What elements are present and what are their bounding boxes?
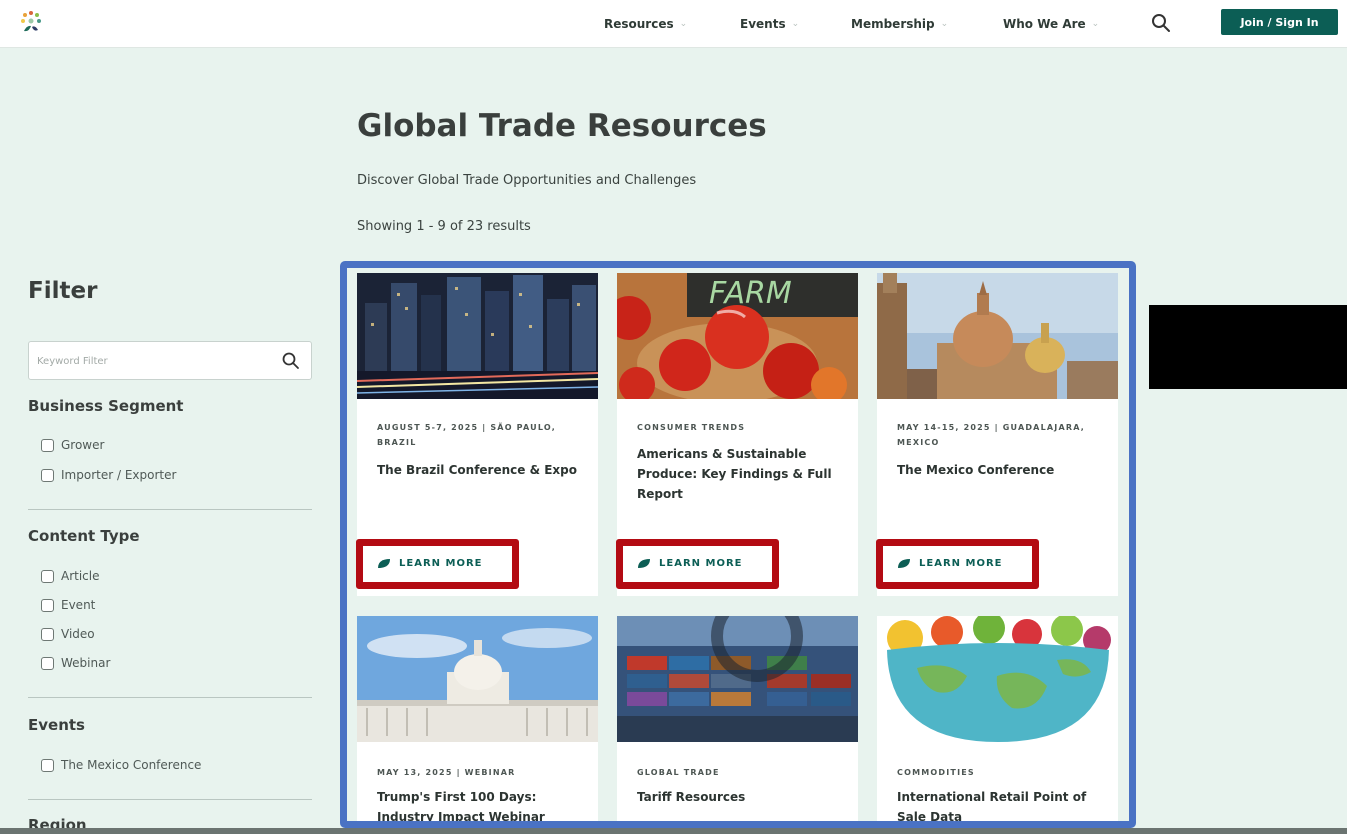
card-title[interactable]: Americans & Sustainable Produce: Key Fin… [637,444,847,504]
section-title-events: Events [28,716,85,734]
card-meta: GLOBAL TRADE [637,768,720,777]
checkbox-importer-exporter[interactable]: Importer / Exporter [41,467,176,483]
card-title[interactable]: Tariff Resources [637,787,847,807]
card-meta: MAY 13, 2025 | WEBINAR [377,768,516,777]
section-title-business-segment: Business Segment [28,397,184,415]
chevron-down-icon: ⌄ [791,19,800,29]
checkbox-box[interactable] [41,656,54,670]
checkbox-box[interactable] [41,758,54,772]
section-title-content-type: Content Type [28,527,140,545]
learn-more-link[interactable]: LEARN MORE [637,558,742,569]
leaf-icon [378,559,390,568]
nav-resources-label: Resources [604,17,674,31]
checkbox-webinar[interactable]: Webinar [41,655,110,671]
logo-icon[interactable] [18,10,44,36]
learn-more-label: LEARN MORE [659,558,743,569]
card-image-city-skyline[interactable] [357,273,598,399]
divider [28,799,312,800]
checkbox-box[interactable] [41,569,54,583]
divider [28,697,312,698]
leaf-icon [638,559,650,568]
divider [28,509,312,510]
resource-card[interactable]: FARM CONSUMER TRENDS Americans & Sustain… [617,273,858,596]
checkbox-box[interactable] [41,438,54,452]
redacted-area [1149,305,1347,389]
checkbox-article[interactable]: Article [41,568,100,584]
nav-resources[interactable]: Resources ⌄ [604,0,687,48]
card-image-produce-bowl[interactable] [877,616,1118,742]
nav-who-we-are[interactable]: Who We Are ⌄ [1003,0,1099,48]
join-sign-in-button[interactable]: Join / Sign In [1221,9,1338,35]
card-image-apples[interactable]: FARM [617,273,858,399]
checkbox-box[interactable] [41,627,54,641]
card-title[interactable]: The Mexico Conference [897,460,1107,480]
nav-events[interactable]: Events ⌄ [740,0,799,48]
resource-card[interactable]: AUGUST 5-7, 2025 | SÃO PAULO, BRAZIL The… [357,273,598,596]
page-title: Global Trade Resources [357,108,767,144]
checkbox-box[interactable] [41,598,54,612]
filter-title: Filter [28,278,98,304]
card-meta: MAY 14-15, 2025 | GUADALAJARA, MEXICO [897,423,1085,447]
learn-more-label: LEARN MORE [399,558,483,569]
chevron-down-icon: ⌄ [940,19,949,29]
learn-more-link[interactable]: LEARN MORE [897,558,1002,569]
learn-more-link[interactable]: LEARN MORE [377,558,482,569]
leaf-icon [898,559,910,568]
card-image-containers[interactable] [617,616,858,742]
resource-card[interactable]: COMMODITIES International Retail Point o… [877,616,1118,821]
resource-card[interactable]: MAY 14-15, 2025 | GUADALAJARA, MEXICO Th… [877,273,1118,596]
nav-events-label: Events [740,17,786,31]
learn-more-label: LEARN MORE [919,558,1003,569]
card-meta: COMMODITIES [897,768,975,777]
keyword-filter-box [28,341,312,380]
results-count: Showing 1 - 9 of 23 results [357,219,531,234]
checkbox-label: The Mexico Conference [61,758,202,772]
checkbox-label: Webinar [61,656,111,670]
card-title[interactable]: The Brazil Conference & Expo [377,460,587,480]
sign-text: FARM [709,276,792,311]
checkbox-label: Video [61,627,95,641]
checkbox-box[interactable] [41,468,54,482]
card-title[interactable]: Trump's First 100 Days: Industry Impact … [377,787,587,821]
checkbox-event[interactable]: Event [41,597,95,613]
card-image-cathedral[interactable] [877,273,1118,399]
card-title[interactable]: International Retail Point of Sale Data [897,787,1107,821]
page-subtitle: Discover Global Trade Opportunities and … [357,173,697,188]
chevron-down-icon: ⌄ [1091,19,1100,29]
checkbox-video[interactable]: Video [41,626,95,642]
resource-card[interactable]: GLOBAL TRADE Tariff Resources [617,616,858,821]
chevron-down-icon: ⌄ [679,19,688,29]
card-meta: AUGUST 5-7, 2025 | SÃO PAULO, BRAZIL [377,423,556,447]
card-meta: CONSUMER TRENDS [637,423,746,432]
search-icon[interactable] [281,351,301,371]
checkbox-mexico-conference[interactable]: The Mexico Conference [41,757,201,773]
top-navbar: Resources ⌄ Events ⌄ Membership ⌄ Who We… [0,0,1347,48]
search-icon[interactable] [1150,12,1172,34]
checkbox-label: Event [61,598,96,612]
resource-card[interactable]: MAY 13, 2025 | WEBINAR Trump's First 100… [357,616,598,821]
nav-membership[interactable]: Membership ⌄ [851,0,948,48]
checkbox-label: Grower [61,438,105,452]
bottom-edge [0,828,1347,834]
keyword-filter-input[interactable] [37,351,267,371]
nav-membership-label: Membership [851,17,935,31]
checkbox-label: Importer / Exporter [61,468,177,482]
checkbox-grower[interactable]: Grower [41,437,104,453]
checkbox-label: Article [61,569,100,583]
nav-who-we-are-label: Who We Are [1003,17,1086,31]
card-image-capitol[interactable] [357,616,598,742]
